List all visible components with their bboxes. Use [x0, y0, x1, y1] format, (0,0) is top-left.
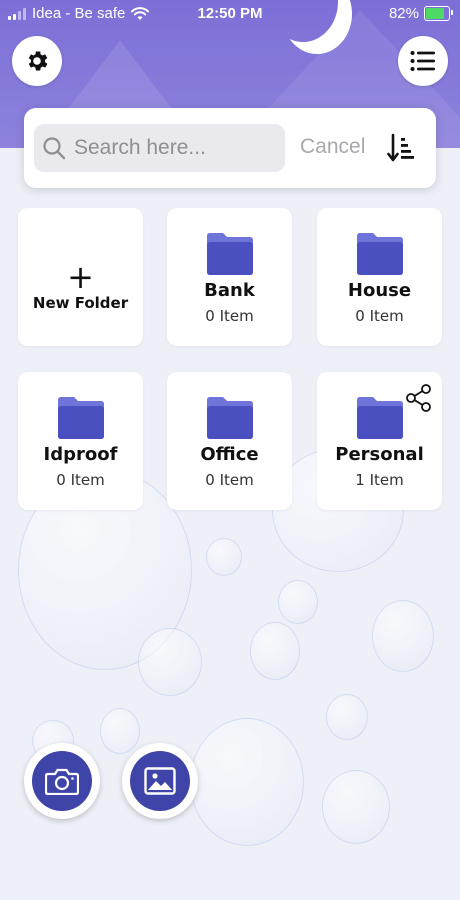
bubble-decoration: [278, 580, 318, 624]
folder-item-count: 0 Item: [355, 307, 404, 325]
folder-tile-idproof[interactable]: Idproof 0 Item: [18, 372, 143, 510]
folder-tile-house[interactable]: House 0 Item: [317, 208, 442, 346]
folder-item-count: 0 Item: [205, 307, 254, 325]
folder-name: Idproof: [43, 444, 118, 465]
folder-name: Bank: [204, 280, 255, 301]
camera-button[interactable]: [24, 743, 100, 819]
bubble-decoration: [250, 622, 300, 680]
camera-icon: [45, 768, 79, 795]
new-folder-tile[interactable]: + New Folder: [18, 208, 143, 346]
folder-tile-personal[interactable]: Personal 1 Item: [317, 372, 442, 510]
gear-icon: [28, 51, 48, 71]
folder-item-count: 0 Item: [56, 471, 105, 489]
folder-name: House: [347, 280, 412, 301]
folder-icon: [356, 233, 403, 275]
bubble-decoration: [372, 600, 434, 672]
folder-name: Personal: [335, 444, 424, 465]
bubble-decoration: [322, 770, 390, 844]
search-field[interactable]: [34, 124, 285, 172]
battery-icon: [424, 6, 453, 21]
search-input[interactable]: [72, 135, 276, 161]
bubble-decoration: [100, 708, 140, 754]
folder-icon: [206, 233, 253, 275]
gallery-button-inner: [130, 751, 190, 811]
menu-list-icon: [410, 51, 435, 71]
folder-name: Office: [200, 444, 259, 465]
folder-item-count: 1 Item: [355, 471, 404, 489]
status-right: 82%: [388, 5, 453, 22]
plus-icon: +: [67, 258, 94, 296]
cancel-button[interactable]: Cancel: [300, 135, 365, 159]
sort-button[interactable]: [382, 128, 422, 168]
gallery-icon: [144, 767, 176, 795]
gallery-button[interactable]: [122, 743, 198, 819]
bubble-decoration: [326, 694, 368, 740]
search-panel: Cancel: [24, 108, 436, 188]
settings-button[interactable]: [12, 36, 62, 86]
search-icon: [43, 137, 66, 160]
bubble-decoration: [138, 628, 202, 696]
camera-button-inner: [32, 751, 92, 811]
new-folder-label: New Folder: [32, 294, 129, 312]
folder-tile-bank[interactable]: Bank 0 Item: [167, 208, 292, 346]
folder-item-count: 0 Item: [205, 471, 254, 489]
menu-button[interactable]: [398, 36, 448, 86]
folder-icon: [57, 397, 104, 439]
status-bar: Idea - Be safe 12:50 PM 82%: [0, 0, 460, 28]
bubble-decoration: [190, 718, 304, 846]
sort-icon: [387, 133, 414, 162]
folder-icon: [356, 397, 403, 439]
share-icon[interactable]: [406, 384, 432, 412]
folder-tile-office[interactable]: Office 0 Item: [167, 372, 292, 510]
folder-icon: [206, 397, 253, 439]
bubble-decoration: [206, 538, 242, 576]
battery-percent: 82%: [388, 5, 419, 22]
